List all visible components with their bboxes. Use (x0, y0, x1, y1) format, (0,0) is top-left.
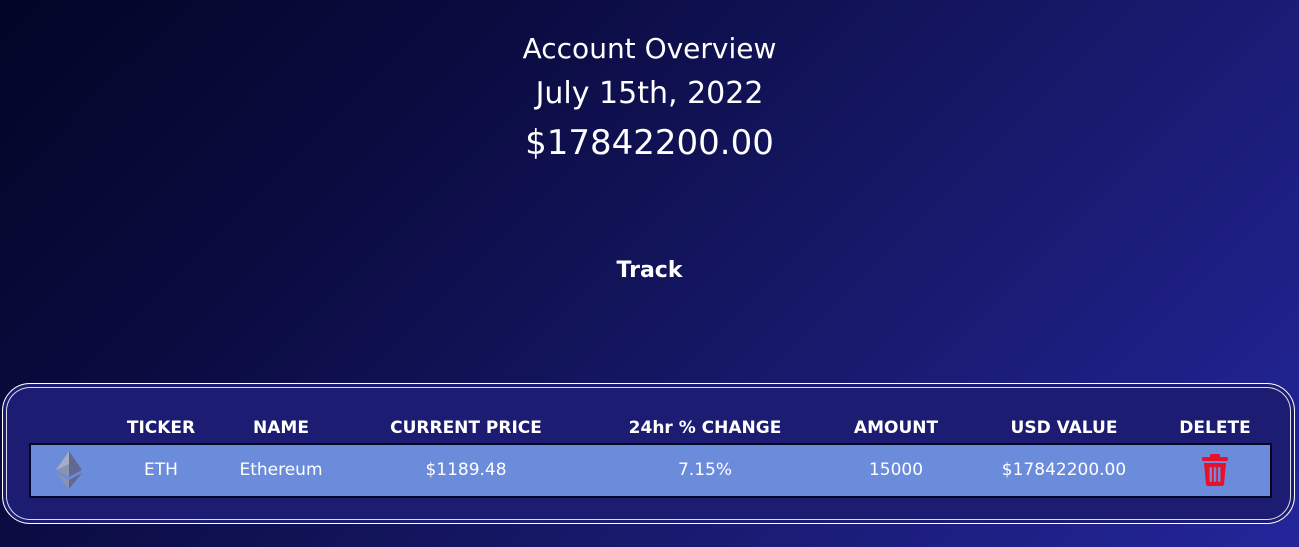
overview-date: July 15th, 2022 (535, 76, 764, 111)
ethereum-icon (56, 451, 82, 489)
track-heading: Track (616, 258, 683, 283)
column-header-delete: DELETE (1179, 418, 1251, 438)
column-header-current-price: CURRENT PRICE (390, 418, 542, 438)
column-header-name: NAME (253, 418, 309, 438)
cell-24hr-change: 7.15% (677, 460, 733, 480)
column-header-24hr-change: 24hr % CHANGE (628, 418, 782, 438)
account-overview-header: Account Overview July 15th, 2022 $178422… (0, 28, 1299, 168)
cell-name: Ethereum (239, 460, 323, 480)
cell-current-price: $1189.48 (425, 460, 507, 480)
column-header-amount: AMOUNT (853, 418, 939, 438)
cell-usd-value: $17842200.00 (1001, 460, 1127, 480)
page-title: Account Overview (522, 32, 777, 65)
table-header: TICKER NAME CURRENT PRICE 24hr % CHANGE … (0, 415, 1299, 441)
trash-icon[interactable] (1202, 454, 1228, 486)
account-total-value: $17842200.00 (525, 123, 774, 163)
cell-amount: 15000 (868, 460, 924, 480)
cell-ticker: ETH (144, 460, 178, 480)
column-header-usd-value: USD VALUE (1010, 418, 1118, 438)
column-header-ticker: TICKER (126, 418, 196, 438)
